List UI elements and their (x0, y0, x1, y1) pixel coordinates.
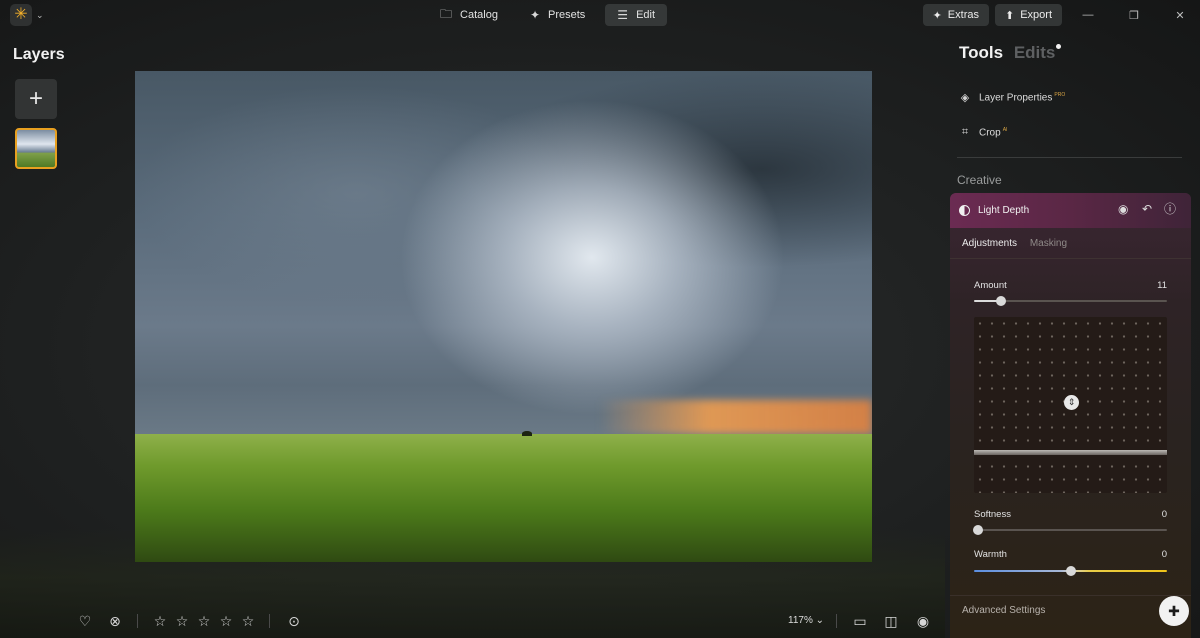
mode-presets-button[interactable]: ✦ Presets (518, 4, 597, 26)
panel-tabs: Tools Edits (959, 43, 1062, 63)
folder-icon: 🗀 (440, 6, 453, 21)
crop-icon: ⌗ (961, 126, 969, 138)
light-depth-tabs: Adjustments Masking (962, 238, 1067, 249)
rating-star-2-icon[interactable]: ☆ (173, 612, 191, 630)
luminar-sun-icon: ✳ (10, 4, 32, 26)
zoom-dropdown[interactable]: 117% ⌄ (788, 615, 824, 626)
warmth-value[interactable]: 0 (1162, 549, 1167, 560)
tool-layer-properties[interactable]: ◈ Layer Properties PRO (959, 91, 1065, 104)
light-depth-icon (959, 205, 970, 216)
panel-divider (957, 157, 1182, 158)
tab-edits-label: Edits (1013, 43, 1056, 62)
tool-label: Layer Properties (979, 92, 1053, 104)
export-label: Export (1020, 9, 1052, 21)
bottom-toolbar: ♡ ⊗ ☆ ☆ ☆ ☆ ☆ ⊙ 117% ⌄ ▭ ◫ ◉ (0, 604, 945, 638)
pro-badge: PRO (1054, 91, 1066, 98)
layer-thumbnail[interactable] (15, 128, 57, 169)
restore-window-button[interactable]: ❐ (1114, 4, 1154, 26)
advanced-divider (950, 595, 1191, 596)
reset-undo-icon[interactable]: ↶ (1142, 203, 1152, 215)
tab-adjustments[interactable]: Adjustments (962, 238, 1017, 249)
tool-crop[interactable]: ⌗ Crop AI (959, 126, 1008, 139)
depth-move-handle-icon[interactable]: ⇕ (1064, 395, 1079, 410)
extras-button[interactable]: ✦ Extras (922, 4, 989, 26)
ai-badge: AI (1002, 126, 1008, 133)
warmth-slider-thumb[interactable] (1065, 566, 1076, 576)
compare-split-icon[interactable]: ◫ (882, 612, 900, 630)
rating-star-3-icon[interactable]: ☆ (195, 612, 213, 630)
app-menu-button[interactable]: ✳ ⌄ (10, 4, 48, 26)
softness-slider[interactable] (972, 525, 1167, 535)
mode-switcher: 🗀 Catalog ✦ Presets ☰ Edit (428, 4, 668, 26)
photo-grass-field (135, 434, 872, 562)
zoom-value: 117% (788, 615, 813, 626)
toolbar-divider (269, 614, 270, 628)
tab-masking[interactable]: Masking (1030, 238, 1067, 249)
mode-label: Catalog (460, 9, 498, 21)
softness-label: Softness (974, 509, 1011, 520)
filmstrip-toggle-icon[interactable]: ▭ (851, 612, 869, 630)
mode-label: Presets (548, 9, 586, 21)
edits-indicator-dot (1056, 44, 1062, 49)
visibility-eye-icon[interactable]: ◉ (1118, 203, 1128, 215)
more-options-icon[interactable]: ⊙ (285, 612, 303, 630)
info-icon[interactable]: ⓘ (1164, 203, 1176, 215)
export-button[interactable]: ⬆ Export (994, 4, 1062, 26)
section-creative: Creative (957, 173, 1002, 187)
close-window-button[interactable]: ✕ (1160, 4, 1200, 26)
tab-edits[interactable]: Edits (1013, 43, 1062, 62)
rating-star-1-icon[interactable]: ☆ (151, 612, 169, 630)
extras-label: Extras (947, 9, 979, 21)
toolbar-divider (836, 614, 837, 628)
photo-sunset-glow (599, 399, 872, 435)
amount-slider[interactable] (974, 296, 1167, 306)
tool-label: Crop (979, 127, 1001, 139)
amount-label: Amount (974, 280, 1007, 291)
tab-tools[interactable]: Tools (959, 43, 1003, 62)
toolbar-divider (137, 614, 138, 628)
warmth-label: Warmth (974, 549, 1007, 560)
top-bar: ✳ ⌄ 🗀 Catalog ✦ Presets ☰ Edit ✦ Extras … (0, 0, 1200, 30)
layers-icon: ◈ (960, 92, 970, 104)
mode-catalog-button[interactable]: 🗀 Catalog (428, 4, 510, 26)
photo-tree (521, 431, 532, 437)
softness-slider-thumb[interactable] (972, 525, 983, 535)
rating-star-4-icon[interactable]: ☆ (217, 612, 235, 630)
photo-canvas[interactable] (135, 71, 872, 562)
tabs-divider (950, 258, 1191, 259)
chat-assistant-icon[interactable]: ✚ (1159, 596, 1189, 626)
plus-icon: + (28, 85, 43, 112)
light-depth-title: Light Depth (978, 205, 1030, 216)
light-depth-header[interactable]: Light Depth ◉ ↶ ⓘ (950, 193, 1191, 228)
amount-value[interactable]: 11 (1157, 280, 1167, 291)
reject-icon[interactable]: ⊗ (106, 612, 124, 630)
rating-star-5-icon[interactable]: ☆ (239, 612, 257, 630)
add-layer-button[interactable]: + (15, 79, 57, 119)
softness-value[interactable]: 0 (1162, 509, 1167, 520)
favorite-heart-icon[interactable]: ♡ (76, 612, 94, 630)
preview-eye-icon[interactable]: ◉ (914, 612, 932, 630)
mode-label: Edit (636, 9, 656, 21)
layers-title: Layers (13, 46, 65, 63)
amount-slider-thumb[interactable] (996, 296, 1007, 306)
advanced-settings-toggle[interactable]: Advanced Settings (962, 605, 1045, 616)
depth-map-grid[interactable]: ⇕ (974, 317, 1167, 493)
minimize-window-button[interactable]: — (1068, 4, 1108, 26)
sparkle-icon: ✦ (932, 9, 942, 22)
warmth-slider[interactable] (974, 566, 1167, 576)
chevron-down-icon: ⌄ (36, 9, 44, 20)
export-arrow-icon: ⬆ (1004, 9, 1015, 22)
sparkle-icon: ✦ (529, 8, 540, 22)
mode-edit-button[interactable]: ☰ Edit (605, 4, 668, 26)
top-right-actions: ✦ Extras ⬆ Export — ❐ ✕ (922, 4, 1200, 26)
depth-horizon-band (974, 450, 1167, 455)
sliders-icon: ☰ (617, 8, 629, 22)
tools-panel: Tools Edits ◈ Layer Properties PRO ⌗ Crop… (945, 30, 1200, 638)
light-depth-card: Light Depth ◉ ↶ ⓘ Adjustments Masking Am… (950, 193, 1191, 638)
